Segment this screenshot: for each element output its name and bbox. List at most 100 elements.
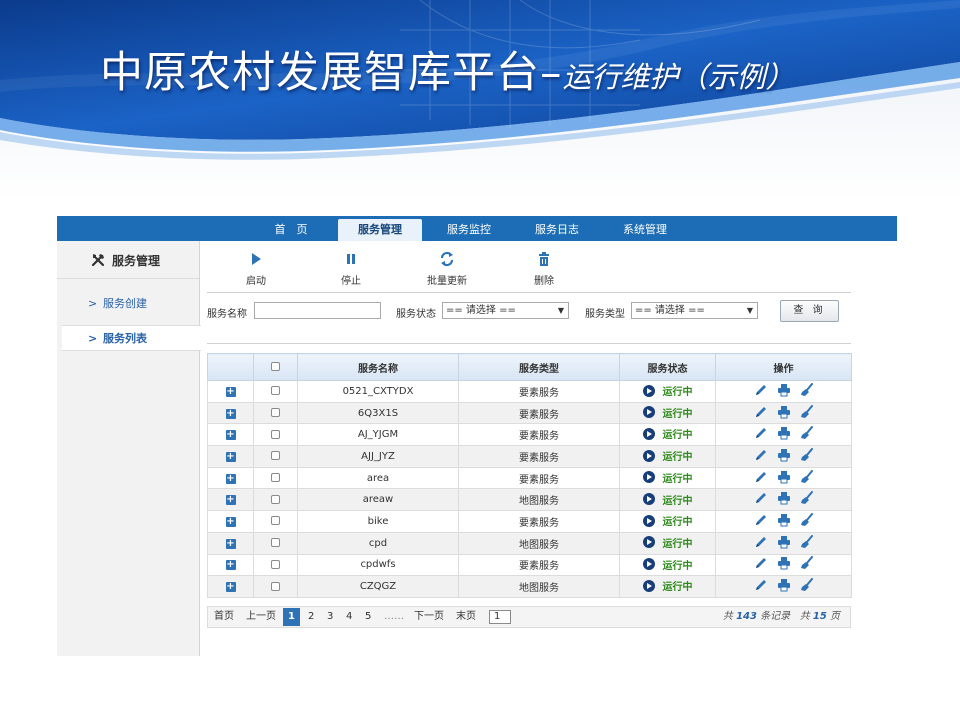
printer-icon[interactable] (777, 426, 791, 440)
printer-icon[interactable] (777, 513, 791, 527)
printer-icon[interactable] (777, 448, 791, 462)
plus-icon[interactable]: + (225, 538, 236, 549)
play-circle-icon[interactable] (642, 427, 655, 440)
printer-icon[interactable] (777, 383, 791, 397)
plus-icon[interactable]: + (225, 386, 236, 397)
tab-system-management[interactable]: 系统管理 (604, 219, 686, 241)
row-checkbox[interactable] (271, 473, 280, 483)
header-service-type[interactable]: 服务类型 (458, 353, 620, 381)
row-checkbox[interactable] (271, 581, 280, 591)
tab-service-monitoring[interactable]: 服务监控 (428, 219, 510, 241)
type-filter-select[interactable]: == 请选择 == ▼ (631, 302, 758, 319)
row-checkbox[interactable] (271, 429, 280, 439)
broom-icon[interactable] (800, 556, 814, 570)
printer-icon[interactable] (777, 535, 791, 549)
plus-icon[interactable]: + (225, 430, 236, 441)
pencil-icon[interactable] (754, 556, 768, 570)
pager-prev[interactable]: 上一页 (246, 607, 276, 627)
plus-icon[interactable]: + (225, 516, 236, 527)
broom-icon[interactable] (800, 578, 814, 592)
pager-goto-input[interactable]: 1 (489, 610, 511, 624)
row-checkbox[interactable] (271, 559, 280, 569)
pager-next[interactable]: 下一页 (414, 607, 444, 627)
play-circle-icon[interactable] (642, 579, 655, 592)
header-service-status[interactable]: 服务状态 (619, 353, 716, 381)
header-service-name[interactable]: 服务名称 (297, 353, 459, 381)
pencil-icon[interactable] (754, 405, 768, 419)
play-circle-icon[interactable] (642, 471, 655, 484)
table-row[interactable]: + cpdwfs 要素服务 运行中 (207, 553, 852, 577)
header-select-all[interactable] (253, 353, 298, 381)
table-row[interactable]: + cpd 地图服务 运行中 (207, 531, 852, 555)
broom-icon[interactable] (800, 404, 814, 419)
broom-icon[interactable] (800, 512, 814, 527)
plus-icon[interactable]: + (225, 582, 236, 593)
pencil-icon[interactable] (754, 578, 768, 592)
printer-icon[interactable] (777, 556, 791, 570)
pager-page-1[interactable]: 1 (283, 608, 300, 626)
table-row[interactable]: + area 要素服务 运行中 (207, 466, 852, 490)
tab-service-log[interactable]: 服务日志 (516, 219, 598, 241)
broom-icon[interactable] (800, 447, 814, 462)
tab-service-management[interactable]: 服务管理 (338, 219, 422, 241)
table-row[interactable]: +0521_CXTYDX 要素服务 运行中 (207, 380, 852, 403)
pager-page-3[interactable]: 3 (327, 607, 333, 627)
play-circle-icon[interactable] (642, 449, 655, 462)
play-circle-icon[interactable] (642, 406, 655, 419)
plus-icon[interactable]: + (225, 451, 236, 462)
sidebar-item-create[interactable]: > 服务创建 (57, 291, 200, 317)
pencil-icon[interactable] (754, 513, 768, 527)
pager-page-4[interactable]: 4 (346, 607, 352, 627)
printer-icon[interactable] (777, 470, 791, 484)
sidebar-item-list[interactable]: > 服务列表 (62, 325, 201, 351)
start-button[interactable]: 启动 (226, 251, 286, 291)
select-all-checkbox[interactable] (271, 362, 280, 371)
table-row[interactable]: +6Q3X1S 要素服务 运行中 (207, 401, 852, 425)
broom-icon[interactable] (800, 491, 814, 505)
play-circle-icon[interactable] (642, 536, 655, 549)
broom-icon[interactable] (800, 534, 814, 549)
table-row[interactable]: + areaw 地图服务 运行中 (207, 488, 852, 512)
row-checkbox[interactable] (271, 516, 280, 526)
printer-icon[interactable] (777, 491, 791, 505)
batch-update-button[interactable]: 批量更新 (417, 251, 477, 291)
pencil-icon[interactable] (754, 535, 768, 549)
row-checkbox[interactable] (271, 408, 280, 418)
row-checkbox[interactable] (271, 451, 280, 461)
table-row[interactable]: + CZQGZ 地图服务 运行中 (207, 575, 852, 598)
pencil-icon[interactable] (754, 470, 768, 484)
query-button[interactable]: 查 询 (780, 300, 839, 322)
pager-page-2[interactable]: 2 (308, 607, 314, 627)
row-checkbox[interactable] (271, 538, 280, 548)
play-circle-icon[interactable] (642, 514, 655, 527)
pager-last[interactable]: 末页 (456, 607, 476, 627)
play-circle-icon[interactable] (642, 384, 655, 397)
status-filter-select[interactable]: == 请选择 == ▼ (442, 302, 569, 319)
broom-icon[interactable] (800, 469, 814, 484)
table-row[interactable]: + AJ_YJGM 要素服务 运行中 (207, 423, 852, 447)
row-checkbox[interactable] (271, 386, 280, 396)
pencil-icon[interactable] (754, 491, 768, 505)
printer-icon[interactable] (777, 578, 791, 592)
tab-home[interactable]: 首 页 (251, 219, 331, 241)
row-checkbox[interactable] (271, 494, 280, 504)
pencil-icon[interactable] (754, 383, 768, 397)
broom-icon[interactable] (800, 382, 814, 397)
pencil-icon[interactable] (754, 426, 768, 440)
delete-button[interactable]: 删除 (514, 251, 574, 291)
pager-first[interactable]: 首页 (214, 607, 234, 627)
plus-icon[interactable]: + (225, 408, 236, 419)
name-filter-input[interactable] (254, 302, 381, 319)
pager-page-5[interactable]: 5 (365, 607, 371, 627)
broom-icon[interactable] (800, 426, 814, 440)
pencil-icon[interactable] (754, 448, 768, 462)
plus-icon[interactable]: + (225, 473, 236, 484)
plus-icon[interactable]: + (225, 495, 236, 506)
play-circle-icon[interactable] (642, 558, 655, 571)
table-row[interactable]: + bike 要素服务 运行中 (207, 510, 852, 533)
stop-button[interactable]: 停止 (321, 251, 381, 291)
plus-icon[interactable]: + (225, 560, 236, 571)
printer-icon[interactable] (777, 405, 791, 419)
table-row[interactable]: + AJJ_JYZ 要素服务 运行中 (207, 445, 852, 468)
play-circle-icon[interactable] (642, 493, 655, 506)
